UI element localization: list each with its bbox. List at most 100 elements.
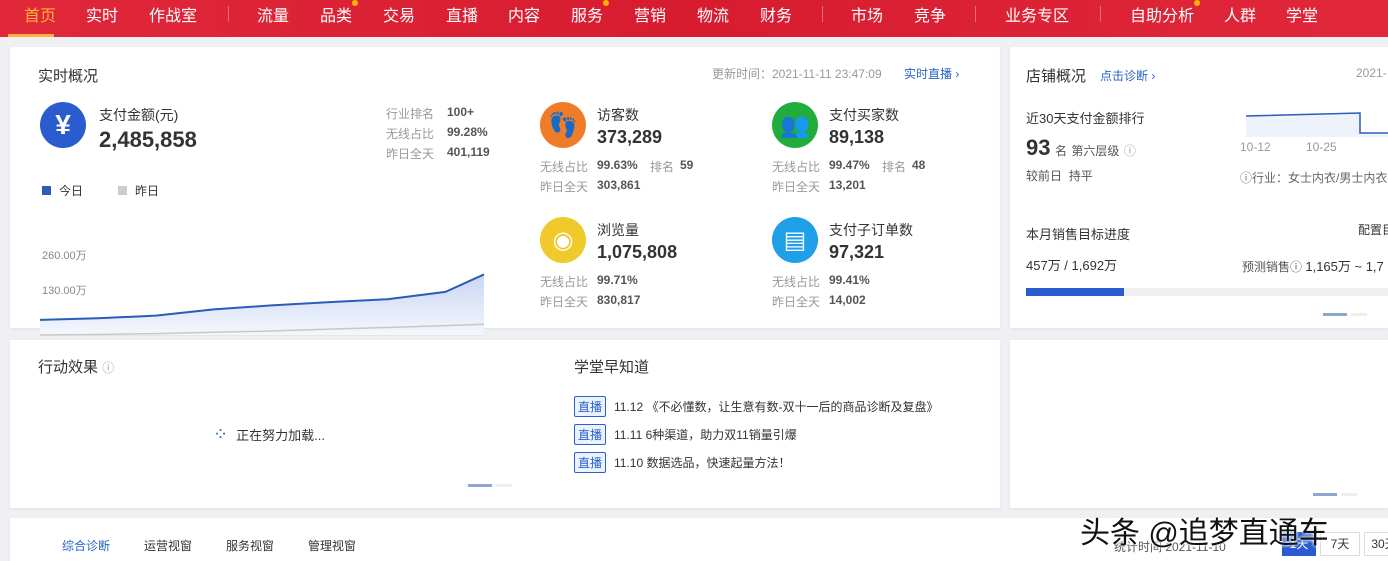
nav-item[interactable]: 人群 — [1224, 2, 1256, 26]
legend-label: 昨日 — [135, 184, 160, 198]
shop-card: 店铺概况 点击诊断 › 2021- 近30天支付金额排行 93 名 第六层级 ⓘ… — [1010, 47, 1388, 328]
nav-item-label: 人群 — [1224, 8, 1257, 25]
active-indicator — [8, 34, 54, 37]
nav-item[interactable]: 物流 — [697, 2, 729, 26]
legend-yesterday[interactable]: 昨日 — [118, 182, 159, 199]
nav-item-label: 直播 — [446, 8, 479, 25]
users-icon: 👥 — [772, 102, 818, 148]
news-item[interactable]: 直播 11.11 6种渠道，助力双11销量引爆 — [574, 424, 797, 445]
industry-label: 行业：女士内衣/男士内衣 — [1252, 171, 1388, 185]
news-title: 11.11 6种渠道，助力双11销量引爆 — [614, 428, 797, 442]
nav-item-label: 物流 — [697, 8, 730, 25]
news-title: 11.10 数据选品，快速起量方法！ — [614, 456, 791, 470]
diagnosis-tab[interactable]: 服务视窗 — [226, 539, 274, 553]
legend-label: 今日 — [59, 184, 84, 198]
nav-item[interactable]: 学堂 — [1286, 2, 1318, 26]
carousel-dot[interactable] — [1351, 313, 1367, 316]
nav-item-label: 学堂 — [1286, 8, 1319, 25]
nav-item[interactable]: 实时 — [86, 2, 118, 26]
nav-item[interactable]: 直播 — [446, 2, 478, 26]
badge-dot — [603, 0, 610, 6]
nav-item[interactable]: 业务专区 — [1005, 2, 1069, 26]
nav-divider — [228, 6, 229, 22]
wireless-value: 99.63% — [597, 158, 638, 172]
card-title: 实时概况 — [38, 68, 99, 85]
nav-item-label: 竞争 — [914, 8, 947, 25]
nav-item[interactable]: 流量 — [257, 2, 289, 26]
nav-item[interactable]: 首页 — [24, 2, 56, 26]
carousel-dot[interactable] — [496, 484, 512, 487]
forecast-value: 1,165万 ~ 1,7 — [1305, 259, 1384, 274]
yesterday-label: 昨日全天 — [540, 180, 589, 194]
wireless-label: 无线占比 — [386, 127, 435, 141]
watermark: 头条 @追梦直通车 — [1080, 517, 1329, 550]
nav-item[interactable]: 作战室 — [149, 2, 197, 26]
diagnosis-tab[interactable]: 综合诊断 — [62, 539, 110, 553]
diagnose-link[interactable]: 点击诊断 › — [1100, 67, 1155, 84]
diagnosis-tab[interactable]: 管理视窗 — [308, 539, 356, 553]
carousel-dot[interactable] — [1313, 493, 1337, 496]
nav-item-label: 实时 — [86, 8, 119, 25]
metric-value: 373,289 — [597, 127, 663, 147]
news-item[interactable]: 直播 11.12 《不必懂数，让生意有数-双十一后的商品诊断及复盘》 — [574, 396, 939, 417]
wireless-value: 99.47% — [829, 158, 870, 172]
nav-item[interactable]: 自助分析 — [1130, 0, 1201, 26]
metric-label: 支付子订单数 — [829, 222, 913, 238]
yesterday-value: 830,817 — [597, 293, 641, 307]
eye-icon: ◉ — [540, 217, 586, 263]
metric-label: 浏览量 — [597, 222, 639, 238]
config-target-link[interactable]: 配置目 — [1358, 221, 1388, 238]
nav-item[interactable]: 服务 — [571, 0, 610, 26]
nav-item-label: 交易 — [383, 8, 416, 25]
legend-today[interactable]: 今日 — [42, 182, 83, 199]
wireless-value: 99.28% — [447, 125, 488, 139]
nav-divider — [822, 6, 823, 22]
news-title: 11.12 《不必懂数，让生意有数-双十一后的商品诊断及复盘》 — [614, 400, 939, 414]
nav-item[interactable]: 财务 — [760, 2, 792, 26]
compare: 较前日 持平 — [1026, 167, 1093, 184]
nav-item[interactable]: 交易 — [383, 2, 415, 26]
nav-item[interactable]: 市场 — [851, 2, 883, 26]
nav-item-label: 服务 — [571, 8, 604, 25]
top-nav: 首页 实时 作战室 流量 品类 交易 直播 内容 服务 营销 物流 财务 市场 竞争 业务专区 自助分析 人群 学… — [0, 0, 1388, 37]
target-progress-bar — [1026, 288, 1388, 296]
metric-value: 1,075,808 — [597, 242, 678, 262]
wireless-label: 无线占比 — [540, 275, 589, 289]
spinner-icon: ⁘ — [213, 424, 229, 444]
diagnosis-tab[interactable]: 运营视窗 — [144, 539, 192, 553]
badge-dot — [1194, 0, 1201, 6]
carousel-dot[interactable] — [1323, 313, 1347, 316]
news-item[interactable]: 直播 11.10 数据选品，快速起量方法！ — [574, 452, 791, 473]
action-title: 行动效果 ⓘ — [38, 356, 114, 377]
wireless-label: 无线占比 — [772, 160, 821, 174]
nav-item-label: 业务专区 — [1005, 8, 1070, 25]
industry: ⓘ行业：女士内衣/男士内衣 — [1240, 171, 1388, 185]
pay-label: 支付金额(元) — [99, 107, 179, 123]
nav-item[interactable]: 竞争 — [914, 2, 946, 26]
nav-item[interactable]: 品类 — [320, 0, 359, 26]
target-progress-fill — [1026, 288, 1124, 296]
nav-item-label: 首页 — [24, 8, 57, 25]
help-icon[interactable]: ⓘ — [102, 361, 114, 375]
live-link[interactable]: 实时直播 › — [904, 65, 959, 82]
nav-item[interactable]: 内容 — [508, 2, 540, 26]
trend-date: 10-25 — [1306, 140, 1337, 154]
carousel-dot[interactable] — [1341, 493, 1357, 496]
rank-number: 93 — [1026, 135, 1051, 160]
metric-label: 支付买家数 — [829, 107, 899, 123]
target-value: 457万 / 1,692万 — [1026, 258, 1118, 273]
pay-value: 2,485,858 — [99, 127, 197, 152]
tier: 第六层级 — [1071, 144, 1120, 158]
carousel-dot[interactable] — [468, 484, 492, 487]
live-tag: 直播 — [574, 424, 607, 445]
nav-divider — [975, 6, 976, 22]
nav-item-label: 品类 — [320, 8, 353, 25]
realtime-card: 实时概况 更新时间：2021-11-11 23:47:09 实时直播 › ¥ 支… — [10, 47, 1000, 357]
metric-value: 97,321 — [829, 242, 885, 262]
nav-item[interactable]: 营销 — [634, 2, 666, 26]
rank-label: 行业排名 — [386, 107, 435, 121]
help-icon[interactable]: ⓘ — [1124, 144, 1136, 158]
wireless-label: 无线占比 — [772, 275, 821, 289]
range-30day-button[interactable]: 30天 — [1364, 532, 1388, 556]
live-link-label: 实时直播 — [904, 67, 953, 81]
